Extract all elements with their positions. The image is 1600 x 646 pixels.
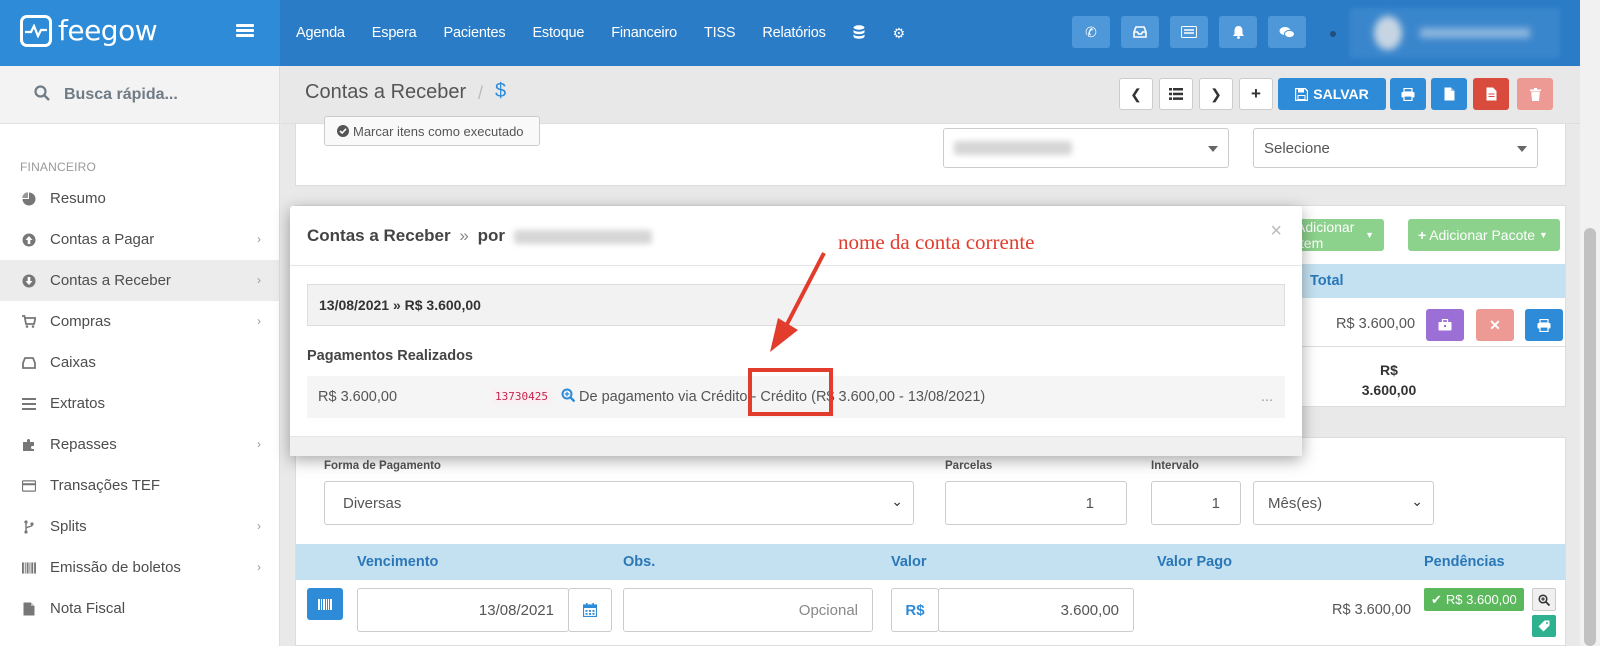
annotation-arrow-head: [770, 318, 798, 352]
annotation-highlight-box: [748, 368, 833, 416]
annotation-arrow-shaft: [782, 252, 826, 331]
annotation-overlay: [748, 252, 833, 416]
scrollbar-thumb[interactable]: [1584, 228, 1596, 646]
